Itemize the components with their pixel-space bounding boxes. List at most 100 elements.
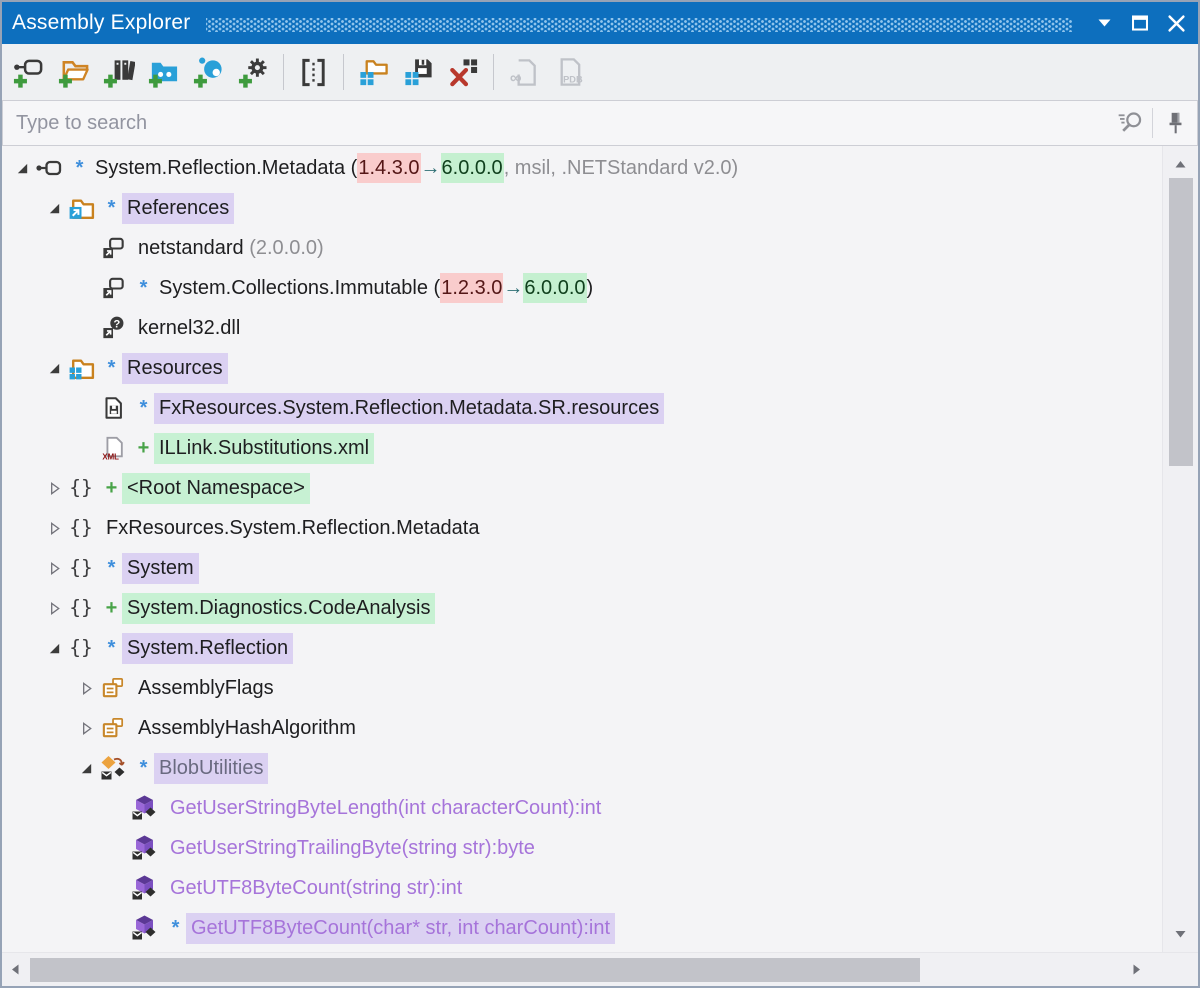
label-segment: 6.0.0.0 <box>523 273 586 303</box>
svg-text:?: ? <box>113 318 120 330</box>
enum-icon <box>98 674 128 702</box>
row-label: ILLink.Substitutions.xml <box>154 433 374 464</box>
label-segment: ) <box>587 277 594 299</box>
tree-row-system-namespace[interactable]: {}*System <box>2 548 1162 588</box>
scroll-right-button[interactable] <box>1126 953 1148 986</box>
tree-row-system-reflection-metadata[interactable]: *System.Reflection.Metadata (1.4.3.0→6.0… <box>2 148 1162 188</box>
tree-row-system-collections-immutable[interactable]: *System.Collections.Immutable (1.2.3.0→6… <box>2 268 1162 308</box>
label-segment: 1.2.3.0 <box>440 273 503 303</box>
titlebar-drag-grip[interactable] <box>206 18 1072 32</box>
horizontal-scrollbar-track[interactable] <box>2 952 1198 986</box>
close-icon <box>1167 14 1186 33</box>
diff-marker: * <box>101 357 122 380</box>
compare-assemblies-button[interactable] <box>291 49 336 95</box>
open-from-library-button[interactable] <box>96 49 141 95</box>
toolbar: ∞PDB <box>2 44 1198 100</box>
expand-toggle-icon[interactable] <box>44 559 64 577</box>
diff-marker: * <box>133 397 154 420</box>
open-process-executables-button[interactable] <box>231 49 276 95</box>
tree-row-references[interactable]: *References <box>2 188 1162 228</box>
expand-toggle-icon[interactable] <box>44 479 64 497</box>
tree-row-root-namespace[interactable]: {}+<Root Namespace> <box>2 468 1162 508</box>
collapse-toggle-icon[interactable] <box>76 759 96 777</box>
scroll-down-icon <box>1173 928 1188 940</box>
add-assembly-button[interactable] <box>6 49 51 95</box>
tree-row-system-reflection-namespace[interactable]: {}*System.Reflection <box>2 628 1162 668</box>
row-label: System.Diagnostics.CodeAnalysis <box>122 593 435 624</box>
label-segment: GetUTF8ByteCount(string str):int <box>170 877 462 899</box>
tree-row-kernel32[interactable]: ? kernel32.dll <box>2 308 1162 348</box>
tree-row-fxresources-namespace[interactable]: {}FxResources.System.Reflection.Metadata <box>2 508 1162 548</box>
open-from-folder-button[interactable] <box>51 49 96 95</box>
method-internal-icon <box>130 794 160 822</box>
collapse-toggle-icon[interactable] <box>44 199 64 217</box>
method-internal-icon <box>130 914 160 942</box>
references-folder-icon <box>66 194 96 222</box>
collapse-toggle-icon[interactable] <box>44 359 64 377</box>
row-label: GetUserStringTrailingByte(string str):by… <box>165 833 540 864</box>
tree-row-illink-substitutions[interactable]: XML+ILLink.Substitutions.xml <box>2 428 1162 468</box>
row-label: GetUTF8ByteCount(string str):int <box>165 873 467 904</box>
tree-row-fxresources-sr-resources[interactable]: *FxResources.System.Reflection.Metadata.… <box>2 388 1162 428</box>
row-label: System.Reflection <box>122 633 293 664</box>
tree-row-getuserstringbytelength[interactable]: GetUserStringByteLength(int characterCou… <box>2 788 1162 828</box>
collapse-toggle-icon[interactable] <box>12 159 32 177</box>
scroll-up-button[interactable] <box>1163 154 1198 174</box>
row-label: GetUserStringByteLength(int characterCou… <box>165 793 606 824</box>
vertical-scrollbar-track[interactable] <box>1162 146 1198 952</box>
tree-row-getutf8bytecount-char[interactable]: *GetUTF8ByteCount(char* str, int charCou… <box>2 908 1162 948</box>
tree-row-system-diagnostics-codeanalysis[interactable]: {}+System.Diagnostics.CodeAnalysis <box>2 588 1162 628</box>
close-button[interactable] <box>1158 6 1194 40</box>
assembly-icon <box>34 154 64 182</box>
maximize-icon <box>1131 14 1149 32</box>
expand-toggle-icon[interactable] <box>44 519 64 537</box>
assembly-reference-icon <box>98 274 128 302</box>
svg-text:{}: {} <box>69 556 92 579</box>
tree-row-getuserstringtrailingbyte[interactable]: GetUserStringTrailingByte(string str):by… <box>2 828 1162 868</box>
native-reference-icon: ? <box>98 314 128 342</box>
expand-toggle-icon[interactable] <box>44 599 64 617</box>
search-input[interactable] <box>3 101 1108 145</box>
maximize-button[interactable] <box>1122 6 1158 40</box>
search-options-button[interactable] <box>1108 103 1152 143</box>
tree-row-getutf8bytecount-string[interactable]: GetUTF8ByteCount(string str):int <box>2 868 1162 908</box>
xml-file-icon: XML <box>98 434 128 462</box>
save-assembly-list-button[interactable] <box>396 49 441 95</box>
row-label: kernel32.dll <box>133 313 245 344</box>
label-segment: AssemblyHashAlgorithm <box>138 717 356 739</box>
expand-toggle-icon[interactable] <box>76 719 96 737</box>
tree-row-assemblyhashalgorithm[interactable]: AssemblyHashAlgorithm <box>2 708 1162 748</box>
expand-toggle-icon[interactable] <box>76 679 96 697</box>
tree-row-resources[interactable]: *Resources <box>2 348 1162 388</box>
label-segment: FxResources.System.Reflection.Metadata.S… <box>159 397 659 419</box>
vertical-scrollbar-thumb[interactable] <box>1169 178 1193 466</box>
toolbar-separator <box>343 54 344 90</box>
assembly-reference-icon <box>98 234 128 262</box>
open-from-gac-button[interactable] <box>141 49 186 95</box>
namespace-icon: {} <box>66 634 96 662</box>
label-segment: kernel32.dll <box>138 317 240 339</box>
row-label: AssemblyFlags <box>133 673 279 704</box>
delete-assembly-list-button[interactable] <box>441 49 486 95</box>
namespace-icon: {} <box>66 594 96 622</box>
row-label: References <box>122 193 234 224</box>
open-from-nuget-button[interactable] <box>186 49 231 95</box>
scroll-left-button[interactable] <box>4 953 26 986</box>
window-position-menu-button[interactable] <box>1086 6 1122 40</box>
namespace-icon: {} <box>66 514 96 542</box>
horizontal-scrollbar-thumb[interactable] <box>30 958 920 982</box>
scroll-down-button[interactable] <box>1163 924 1198 944</box>
tree-row-netstandard[interactable]: netstandard (2.0.0.0) <box>2 228 1162 268</box>
visual-studio-icon: ∞ <box>507 56 540 89</box>
row-label: FxResources.System.Reflection.Metadata <box>101 513 485 544</box>
svg-text:{}: {} <box>69 596 92 619</box>
tree-row-assemblyflags[interactable]: AssemblyFlags <box>2 668 1162 708</box>
tree-row-blobutilities[interactable]: *BlobUtilities <box>2 748 1162 788</box>
collapse-toggle-icon[interactable] <box>44 639 64 657</box>
diff-marker: * <box>101 557 122 580</box>
open-assembly-list-button[interactable] <box>351 49 396 95</box>
scroll-right-icon <box>1131 962 1143 977</box>
resources-folder-icon <box>66 354 96 382</box>
pin-button[interactable] <box>1153 103 1197 143</box>
row-label: Resources <box>122 353 228 384</box>
